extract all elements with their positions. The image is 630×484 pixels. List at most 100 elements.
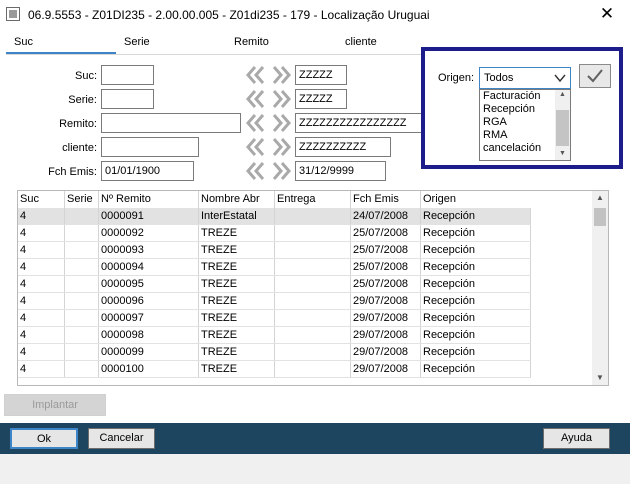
origen-scroll-thumb[interactable] — [556, 110, 569, 146]
fch-emis-double-chevron-right-icon[interactable] — [271, 161, 291, 181]
tab-remito[interactable]: Remito — [234, 36, 269, 48]
cell-fch-emis: 25/07/2008 — [351, 259, 421, 275]
tab-cliente[interactable]: cliente — [345, 36, 377, 48]
column-header-fch-emis[interactable]: Fch Emis — [351, 191, 421, 208]
cliente-label: cliente: — [62, 142, 97, 154]
cell-serie — [65, 259, 99, 275]
table-row[interactable]: 4 0000096 TREZE 29/07/2008 Recepción — [18, 293, 531, 310]
column-header-serie[interactable]: Serie — [65, 191, 99, 208]
ayuda-button[interactable]: Ayuda — [543, 428, 610, 449]
title-bar: 06.9.5553 - Z01DI235 - 2.00.00.005 - Z01… — [0, 0, 630, 30]
table-row[interactable]: 4 0000092 TREZE 25/07/2008 Recepción — [18, 225, 531, 242]
table-row[interactable]: 4 0000094 TREZE 25/07/2008 Recepción — [18, 259, 531, 276]
cell-nombre-abr: TREZE — [199, 310, 275, 326]
table-row[interactable]: 4 0000099 TREZE 29/07/2008 Recepción — [18, 344, 531, 361]
cell-serie — [65, 310, 99, 326]
fch-emis-from-input[interactable]: 01/01/1900 — [101, 161, 194, 181]
ok-button[interactable]: Ok — [10, 428, 78, 449]
serie-from-input[interactable] — [101, 89, 154, 109]
column-header-origen[interactable]: Origen — [421, 191, 593, 208]
serie-to-input[interactable]: ZZZZZ — [295, 89, 347, 109]
checkmark-icon — [587, 69, 603, 83]
cell-entrega — [275, 344, 351, 360]
origen-select[interactable]: Todos — [479, 67, 571, 89]
table-row[interactable]: 4 0000100 TREZE 29/07/2008 Recepción — [18, 361, 531, 378]
remito-label: Remito: — [59, 118, 97, 130]
cell-fch-emis: 29/07/2008 — [351, 361, 421, 377]
cell-origen: Recepción — [421, 208, 531, 224]
grid-header: Suc Serie Nº Remito Nombre Abr Entrega Fch Em… — [18, 191, 593, 208]
fch-emis-to-input[interactable]: 31/12/9999 — [295, 161, 386, 181]
scroll-up-icon[interactable]: ▲ — [556, 90, 569, 100]
cell-nombre-abr: TREZE — [199, 276, 275, 292]
cell-origen: Recepción — [421, 310, 531, 326]
remito-to-input[interactable]: ZZZZZZZZZZZZZZZZ — [295, 113, 434, 133]
cell-nombre-abr: TREZE — [199, 225, 275, 241]
grid-scroll-thumb[interactable] — [594, 208, 606, 226]
suc-to-input[interactable]: ZZZZZ — [295, 65, 347, 85]
cell-entrega — [275, 361, 351, 377]
confirm-button[interactable] — [579, 64, 611, 88]
cell-origen: Recepción — [421, 327, 531, 343]
remitos-grid[interactable]: Suc Serie Nº Remito Nombre Abr Entrega Fch Em… — [17, 190, 609, 386]
table-row[interactable]: 4 0000093 TREZE 25/07/2008 Recepción — [18, 242, 531, 259]
table-row[interactable]: 4 0000098 TREZE 29/07/2008 Recepción — [18, 327, 531, 344]
cell-fch-emis: 25/07/2008 — [351, 242, 421, 258]
origen-list-scrollbar[interactable]: ▲ ▼ — [555, 90, 570, 160]
cell-nro-remito: 0000097 — [99, 310, 199, 326]
cell-entrega — [275, 327, 351, 343]
implantar-button[interactable]: Implantar — [4, 394, 106, 416]
remito-double-chevron-left-icon[interactable] — [246, 113, 266, 133]
app-icon — [6, 7, 20, 21]
cell-nro-remito: 0000093 — [99, 242, 199, 258]
cell-origen: Recepción — [421, 259, 531, 275]
grid-scrollbar[interactable]: ▲ ▼ — [592, 191, 608, 385]
cell-entrega — [275, 259, 351, 275]
cell-entrega — [275, 225, 351, 241]
column-header-suc[interactable]: Suc — [18, 191, 65, 208]
suc-label: Suc: — [74, 70, 97, 82]
cliente-to-input[interactable]: ZZZZZZZZZZ — [295, 137, 391, 157]
cell-origen: Recepción — [421, 344, 531, 360]
suc-double-chevron-left-icon[interactable] — [246, 65, 266, 85]
suc-double-chevron-right-icon[interactable] — [271, 65, 291, 85]
bottom-bar: Ok Cancelar Ayuda — [0, 423, 630, 454]
cliente-double-chevron-left-icon[interactable] — [246, 137, 266, 157]
table-row[interactable]: 4 0000091 InterEstatal 24/07/2008 Recepción — [18, 208, 531, 225]
suc-from-input[interactable] — [101, 65, 154, 85]
column-header-entrega[interactable]: Entrega — [275, 191, 351, 208]
cell-origen: Recepción — [421, 293, 531, 309]
tab-divider — [6, 54, 432, 55]
cancelar-button[interactable]: Cancelar — [88, 428, 155, 449]
column-header-nro-remito[interactable]: Nº Remito — [99, 191, 199, 208]
remito-double-chevron-right-icon[interactable] — [271, 113, 291, 133]
cell-nombre-abr: TREZE — [199, 361, 275, 377]
scroll-down-icon[interactable]: ▼ — [592, 371, 608, 385]
origen-options-list[interactable]: Facturación Recepción RGA RMA cancelació… — [479, 89, 571, 161]
serie-double-chevron-left-icon[interactable] — [246, 89, 266, 109]
scroll-down-icon[interactable]: ▼ — [556, 149, 569, 159]
scroll-up-icon[interactable]: ▲ — [592, 191, 608, 205]
origen-selected-value: Todos — [484, 72, 514, 84]
close-button[interactable]: ✕ — [584, 0, 630, 30]
cell-fch-emis: 25/07/2008 — [351, 225, 421, 241]
cell-suc: 4 — [18, 293, 65, 309]
remito-from-input[interactable] — [101, 113, 241, 133]
table-row[interactable]: 4 0000095 TREZE 25/07/2008 Recepción — [18, 276, 531, 293]
table-row[interactable]: 4 0000097 TREZE 29/07/2008 Recepción — [18, 310, 531, 327]
active-tab-indicator — [6, 52, 116, 54]
window-title: 06.9.5553 - Z01DI235 - 2.00.00.005 - Z01… — [28, 8, 430, 22]
tab-suc[interactable]: Suc — [14, 36, 33, 48]
cell-fch-emis: 29/07/2008 — [351, 310, 421, 326]
cliente-double-chevron-right-icon[interactable] — [271, 137, 291, 157]
fch-emis-double-chevron-left-icon[interactable] — [246, 161, 266, 181]
cliente-from-input[interactable] — [101, 137, 199, 157]
cell-fch-emis: 29/07/2008 — [351, 344, 421, 360]
cell-suc: 4 — [18, 344, 65, 360]
origen-panel: Origen: Todos Facturación Recepción RGA … — [421, 47, 623, 169]
column-header-nombre-abr[interactable]: Nombre Abr — [199, 191, 275, 208]
cell-fch-emis: 29/07/2008 — [351, 293, 421, 309]
cell-nro-remito: 0000099 — [99, 344, 199, 360]
tab-serie[interactable]: Serie — [124, 36, 150, 48]
serie-double-chevron-right-icon[interactable] — [271, 89, 291, 109]
